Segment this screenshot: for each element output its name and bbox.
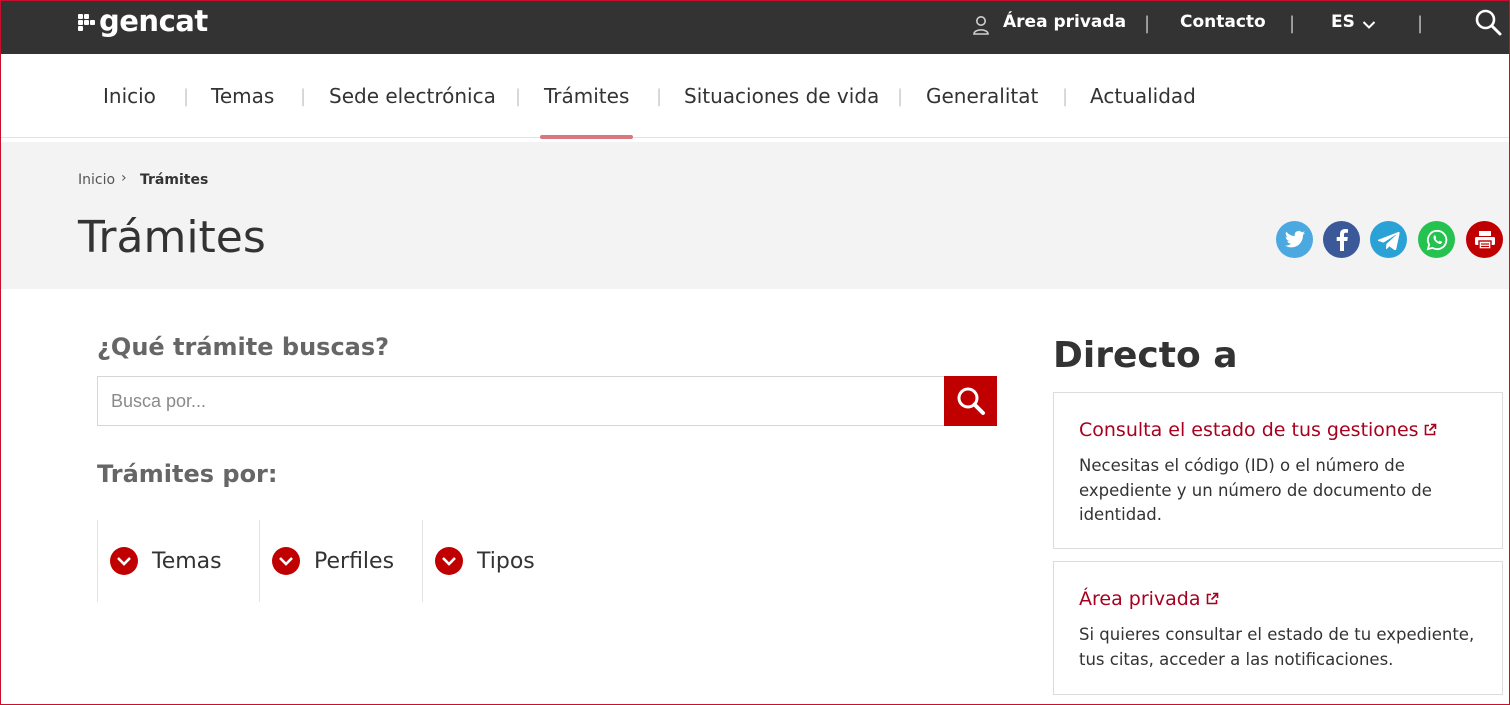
direct-card-private-area: Área privada Si quieres consultar el est… <box>1053 561 1503 695</box>
chevron-down-icon <box>110 547 138 575</box>
external-link-icon <box>1206 592 1218 605</box>
nav-divider: | <box>1062 86 1069 107</box>
private-area-card-link[interactable]: Área privada <box>1079 588 1219 610</box>
top-bar: gencat Área privada | Contacto | ES | <box>0 0 1510 54</box>
nav-temas[interactable]: Temas <box>211 84 274 108</box>
filter-perfiles[interactable]: Perfiles <box>259 520 422 602</box>
breadcrumb-chevron-icon: › <box>121 170 127 186</box>
gencat-logo[interactable]: gencat <box>78 4 208 38</box>
facebook-icon <box>1336 228 1348 251</box>
chevron-down-icon[interactable] <box>1362 20 1376 30</box>
share-whatsapp-button[interactable] <box>1418 221 1455 258</box>
topbar-divider: | <box>1144 13 1151 34</box>
consult-status-link[interactable]: Consulta el estado de tus gestiones <box>1079 419 1437 441</box>
page-header: Inicio › Trámites Trámites <box>0 142 1510 289</box>
filter-temas[interactable]: Temas <box>97 520 259 602</box>
search-button[interactable] <box>944 376 997 426</box>
search-icon <box>957 387 985 415</box>
print-icon <box>1474 230 1495 250</box>
breadcrumb-current: Trámites <box>140 172 209 188</box>
nav-tramites[interactable]: Trámites <box>544 84 629 108</box>
share-twitter-button[interactable] <box>1276 221 1313 258</box>
direct-links-title: Directo a <box>1053 335 1238 376</box>
whatsapp-icon <box>1426 229 1447 250</box>
page-title: Trámites <box>78 212 266 263</box>
nav-divider: | <box>656 86 663 107</box>
telegram-icon <box>1377 231 1400 250</box>
search-title: ¿Qué trámite buscas? <box>97 333 390 361</box>
filter-label: Temas <box>152 548 222 574</box>
active-nav-indicator <box>540 135 633 139</box>
topbar-divider: | <box>1417 13 1424 34</box>
nav-divider: | <box>300 86 307 107</box>
twitter-icon <box>1284 230 1305 247</box>
logo-text: gencat <box>99 4 208 38</box>
filter-tipos[interactable]: Tipos <box>422 520 572 602</box>
search-icon[interactable] <box>1474 8 1502 36</box>
share-facebook-button[interactable] <box>1323 221 1360 258</box>
language-selector[interactable]: ES <box>1331 12 1355 32</box>
external-link-icon <box>1424 423 1436 436</box>
chevron-down-icon <box>435 547 463 575</box>
nav-inicio[interactable]: Inicio <box>103 84 156 108</box>
logo-dots-icon <box>78 13 95 31</box>
nav-divider: | <box>183 86 190 107</box>
card-link-label: Consulta el estado de tus gestiones <box>1079 419 1419 441</box>
private-area-link[interactable]: Área privada <box>1003 12 1126 32</box>
chevron-down-icon <box>272 547 300 575</box>
print-button[interactable] <box>1466 221 1503 258</box>
breadcrumb-home[interactable]: Inicio <box>78 172 115 188</box>
nav-divider: | <box>897 86 904 107</box>
nav-sede-electronica[interactable]: Sede electrónica <box>329 84 496 108</box>
filters-title: Trámites por: <box>97 460 278 488</box>
card-description: Si quieres consultar el estado de tu exp… <box>1079 625 1475 669</box>
direct-card-status: Consulta el estado de tus gestiones Nece… <box>1053 392 1503 549</box>
nav-actualidad[interactable]: Actualidad <box>1090 84 1196 108</box>
filter-label: Perfiles <box>314 548 395 574</box>
nav-divider: | <box>515 86 522 107</box>
topbar-divider: | <box>1289 13 1296 34</box>
nav-generalitat[interactable]: Generalitat <box>926 84 1038 108</box>
nav-situaciones-de-vida[interactable]: Situaciones de vida <box>684 84 879 108</box>
contact-link[interactable]: Contacto <box>1180 12 1266 32</box>
filter-label: Tipos <box>477 548 535 574</box>
card-link-label: Área privada <box>1079 588 1201 610</box>
share-telegram-button[interactable] <box>1370 221 1407 258</box>
user-icon[interactable] <box>972 15 990 35</box>
main-navigation: Inicio | Temas | Sede electrónica | Trám… <box>0 54 1510 139</box>
card-description: Necesitas el código (ID) o el número de … <box>1079 456 1432 524</box>
search-input[interactable] <box>97 376 945 426</box>
